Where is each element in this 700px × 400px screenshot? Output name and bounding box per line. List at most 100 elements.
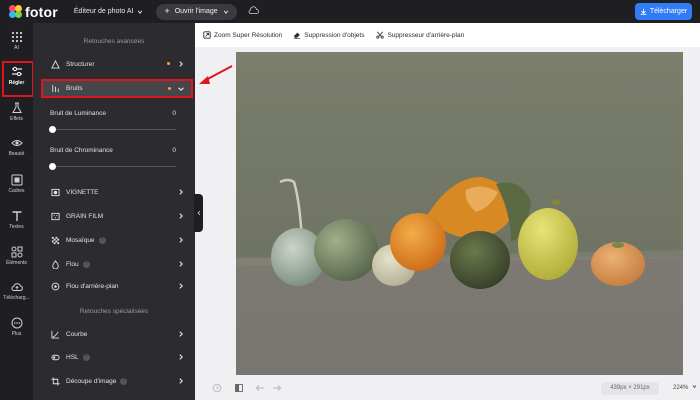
chrominance-slider-track[interactable]: [51, 166, 176, 167]
help-icon[interactable]: ?: [82, 260, 90, 268]
rail-label: Textes: [9, 224, 24, 230]
rail-item-plus[interactable]: Plus: [0, 317, 33, 337]
open-image-button[interactable]: + Ouvrir l'image: [156, 3, 237, 20]
rail-item-ai[interactable]: AI: [0, 31, 33, 51]
panel-item-curve[interactable]: Courbe: [41, 327, 189, 341]
zoom-super-resolution-tool[interactable]: Zoom Super Résolution: [203, 31, 282, 39]
panel-item-label: Flou d'arrière-plan: [66, 282, 119, 290]
compare-icon[interactable]: [234, 383, 244, 393]
panel-item-bg-blur[interactable]: Flou d'arrière-plan: [41, 279, 189, 293]
vignette-icon: [51, 188, 60, 196]
grid-icon: [11, 31, 22, 43]
chevron-down-icon: [692, 385, 697, 389]
rail-label: Effets: [10, 116, 23, 122]
shapes-icon: [11, 246, 22, 258]
rail-label: Éléments: [6, 260, 27, 266]
text-icon: [12, 211, 21, 221]
panel-item-structure[interactable]: Structurer: [41, 57, 189, 71]
zoom-level[interactable]: 224%: [673, 382, 697, 395]
rail-item-elements[interactable]: Éléments: [0, 246, 33, 266]
curve-icon: [51, 330, 60, 339]
chevron-right-icon: [179, 61, 183, 67]
modified-dot: [167, 62, 170, 65]
undo-icon[interactable]: [255, 383, 265, 393]
luminance-slider-track[interactable]: [51, 129, 176, 130]
chevron-right-icon: [179, 378, 183, 384]
cloud-icon[interactable]: [248, 5, 259, 18]
panel-item-vignette[interactable]: VIGNETTE: [41, 185, 189, 199]
eraser-icon: [294, 32, 301, 39]
rail-label: Cadres: [8, 188, 25, 194]
hsl-icon: [51, 354, 60, 360]
modified-dot: [168, 87, 171, 90]
panel-item-hsl[interactable]: HSL ?: [41, 350, 189, 364]
help-icon[interactable]: ?: [82, 353, 90, 361]
chevron-right-icon: [179, 354, 183, 360]
panel-item-blur[interactable]: Flou ?: [41, 257, 189, 271]
panel-item-crop[interactable]: Découpe d'image ?: [41, 374, 189, 388]
help-icon[interactable]: ?: [98, 236, 106, 244]
rail-item-beaute[interactable]: Beauté: [0, 137, 33, 157]
drop-icon: [52, 259, 59, 269]
noise-icon: [52, 84, 59, 93]
panel-item-noise[interactable]: Bruits: [41, 79, 193, 98]
panel-item-label: Découpe d'image: [66, 377, 117, 385]
blur-target-icon: [51, 282, 60, 290]
collapse-panel-handle[interactable]: [194, 194, 203, 232]
chevron-down-icon: [138, 10, 143, 14]
rail-item-telecharger[interactable]: Télécharg...: [0, 281, 33, 301]
redo-icon[interactable]: [272, 383, 282, 393]
chrominance-slider-handle[interactable]: [49, 163, 56, 170]
editor-menu-label: Éditeur de photo AI: [73, 8, 134, 15]
tool-label: Zoom Super Résolution: [214, 31, 283, 39]
panel-item-grain[interactable]: GRAIN FILM: [41, 209, 189, 223]
rail-item-textes[interactable]: Textes: [0, 210, 33, 230]
luminance-slider-handle[interactable]: [49, 126, 56, 133]
panel-item-label: Courbe: [66, 330, 88, 338]
bottom-bar: 439px × 291px 224%: [195, 378, 700, 400]
panel-item-label: Structurer: [66, 60, 95, 68]
panel-item-label: GRAIN FILM: [66, 212, 104, 220]
chevron-right-icon: [179, 331, 183, 337]
background-remover-tool[interactable]: Suppresseur d'arrière-plan: [376, 31, 464, 39]
triangle-icon: [51, 59, 60, 69]
chevron-right-icon: [179, 189, 183, 195]
rail-item-cadres[interactable]: Cadres: [0, 174, 33, 194]
flask-icon: [11, 102, 22, 113]
canvas-photo[interactable]: [236, 52, 683, 375]
eye-icon: [10, 140, 23, 146]
rail-label: Télécharg...: [3, 295, 30, 301]
chevron-right-icon: [179, 283, 183, 289]
rail-label: AI: [14, 45, 19, 51]
download-icon: [640, 8, 647, 15]
remove-objects-tool[interactable]: Suppression d'objets: [293, 31, 364, 39]
chevron-right-icon: [179, 261, 183, 267]
tool-label: Suppresseur d'arrière-plan: [387, 31, 465, 39]
cloud-upload-icon: [10, 283, 23, 291]
tool-label: Suppression d'objets: [304, 31, 365, 39]
download-button[interactable]: Télécharger: [635, 3, 692, 20]
panel-item-mosaic[interactable]: Mosaïque ?: [41, 233, 189, 247]
annotation-arrow: [199, 65, 233, 84]
open-image-label: Ouvrir l'image: [174, 8, 218, 15]
help-icon[interactable]: ?: [120, 377, 128, 385]
luminance-label: Bruit de Luminance: [50, 110, 107, 117]
editor-menu-dropdown[interactable]: Éditeur de photo AI: [74, 8, 144, 15]
panel-item-label: Flou: [66, 260, 79, 268]
more-icon: [11, 317, 22, 329]
regler-highlight-box: [2, 61, 34, 97]
logo-text: fotor: [25, 3, 58, 20]
luminance-value: 0: [172, 110, 176, 117]
image-dimensions[interactable]: 439px × 291px: [601, 382, 659, 395]
rail-label: Beauté: [8, 151, 25, 157]
panel-item-label: HSL: [66, 353, 79, 361]
logo-mark-icon: [9, 5, 22, 18]
plus-icon: +: [164, 6, 170, 16]
crop-icon: [51, 376, 60, 386]
history-icon[interactable]: [212, 383, 222, 393]
section-title-advanced: Retouches avancées: [83, 38, 145, 45]
grain-icon: [51, 212, 60, 220]
rail-item-effets[interactable]: Effets: [0, 102, 33, 122]
fotor-logo[interactable]: fotor: [9, 4, 58, 20]
chevron-left-icon: [197, 210, 200, 216]
